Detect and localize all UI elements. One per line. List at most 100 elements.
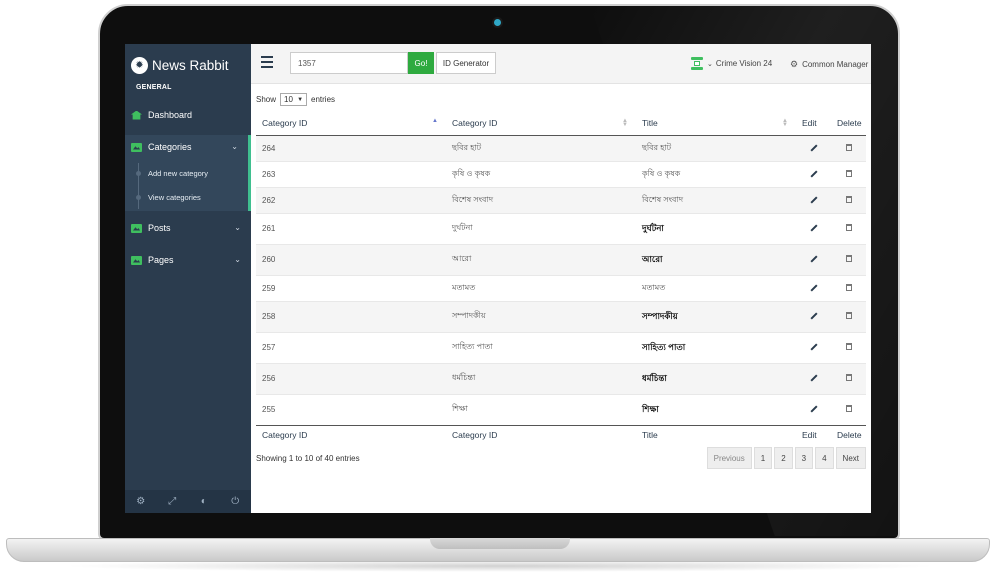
title-cell: সাহিত্য পাতা [636,331,796,363]
page-length-control: Show 10 ▼ entries [256,93,335,106]
sidebar-item-label: Categories [148,142,192,152]
pagination-next[interactable]: Next [835,447,866,469]
pencil-icon[interactable] [810,255,817,262]
pagination-page-3[interactable]: 3 [794,447,814,469]
table-row: 257 সাহিত্য পাতা সাহিত্য পাতা [256,331,866,363]
page-length-select[interactable]: 10 ▼ [280,93,308,106]
edit-cell [796,186,831,213]
trash-icon[interactable] [845,255,852,262]
sidebar-item-pages[interactable]: Pages ⌄ [125,248,251,272]
length-show-label: Show [256,95,277,104]
column-header[interactable]: Title ▲ ▼ [636,111,796,136]
trash-icon[interactable] [845,169,852,177]
sidebar-item-categories[interactable]: Categories ⌄ [125,135,251,159]
pencil-icon[interactable] [810,343,817,350]
trash-icon[interactable] [845,195,852,203]
user-menu[interactable]: ⚙ Common Manager [790,59,868,70]
title-cell: ছবির হাট [636,134,796,161]
image-icon [131,255,142,265]
paw-icon: ✹ [131,56,148,74]
pencil-icon[interactable] [810,312,817,319]
pagination-previous[interactable]: Previous [706,447,752,469]
table-row: 261 দুর্ঘটনা দুর্ঘটনা [256,212,866,244]
site-switcher[interactable]: ⌄ Crime Vision 24 [691,57,772,70]
pencil-icon[interactable] [810,284,817,291]
table-row: 258 সম্পাদকীয় সম্পাদকীয় [256,300,866,332]
delete-cell [831,300,866,332]
trash-icon[interactable] [845,224,852,231]
delete-cell [831,186,866,213]
pencil-icon[interactable] [810,224,817,231]
trash-icon[interactable] [845,405,852,412]
table-body: 264 ছবির হাট ছবির হাট 263 কৃষি ও কৃষক কৃষি ও … [256,134,866,425]
laptop-notch [430,538,570,549]
chevron-down-icon: ⌄ [231,142,238,151]
trash-icon[interactable] [845,143,852,151]
chevron-down-icon: ⌄ [707,60,713,68]
pagination-page-4[interactable]: 4 [815,447,834,469]
column-header[interactable]: Category ID ▲ ▼ [446,111,636,136]
image-icon [131,142,142,152]
delete-cell [831,160,866,187]
camera-icon [494,19,501,26]
table-row: 255 শিক্ষা শিক্ষা [256,393,866,425]
pagination-page-2[interactable]: 2 [774,447,793,469]
app-screen: ✹ News Rabbit GENERAL Dashboard Categori… [125,44,871,513]
category-id-cell: 258 [256,300,446,332]
chevron-down-icon: ⌄ [234,223,241,232]
category-name-cell: ধর্মচিন্তা [446,362,636,394]
pencil-icon[interactable] [810,405,817,412]
category-name-cell: আরো [446,243,636,275]
table-row: 260 আরো আরো [256,243,866,275]
submenu-add-category[interactable]: Add new category [148,169,208,178]
edit-cell [796,212,831,244]
gear-icon[interactable]: ⚙ [135,496,147,508]
go-button[interactable]: Go! [408,52,434,74]
search-input[interactable] [290,52,408,74]
trash-icon[interactable] [845,343,852,350]
column-header[interactable]: Category ID ▲ [256,111,446,136]
power-icon[interactable]: ⏻ [229,496,241,508]
edit-cell [796,362,831,394]
length-entries-label: entries [311,95,336,104]
category-id-cell: 259 [256,274,446,301]
title-cell: আরো [636,243,796,275]
sidebar-footer: ⚙ ⤢ ◐ ⏻ [125,490,251,513]
category-name-cell: সম্পাদকীয় [446,300,636,332]
table-row: 262 বিশেষ সংবাদ বিশেষ সংবাদ [256,186,866,213]
table-info: Showing 1 to 10 of 40 entries [256,454,360,463]
trash-icon[interactable] [845,312,852,319]
title-cell: ধর্মচিন্তা [636,362,796,394]
category-name-cell: বিশেষ সংবাদ [446,186,636,213]
pencil-icon[interactable] [810,170,817,177]
sort-icon: ▲ ▼ [782,118,788,128]
sidebar-item-label: Posts [148,223,171,233]
trash-icon[interactable] [845,374,852,381]
hamburger-menu-icon[interactable] [261,56,273,68]
gear-icon: ⚙ [790,59,799,69]
pencil-icon[interactable] [810,144,817,151]
brand[interactable]: ✹ News Rabbit [131,54,229,76]
sidebar-item-posts[interactable]: Posts ⌄ [125,216,251,240]
pencil-icon[interactable] [810,374,817,381]
submenu-view-categories[interactable]: View categories [148,193,201,202]
edit-cell [796,393,831,425]
table-row: 256 ধর্মচিন্তা ধর্মচিন্তা [256,362,866,394]
category-name-cell: মতামত [446,274,636,301]
pagination-page-1[interactable]: 1 [753,447,773,469]
id-generator-button[interactable]: ID Generator [436,52,496,74]
delete-cell [831,212,866,244]
sort-asc-icon: ▲ [432,118,438,124]
trash-icon[interactable] [845,283,852,291]
eye-slash-icon[interactable]: ◐ [198,496,210,508]
category-id-cell: 263 [256,160,446,187]
pencil-icon[interactable] [810,196,817,203]
fullscreen-icon[interactable]: ⤢ [166,496,178,508]
column-footer: Category ID [256,424,446,445]
table-row: 259 মতামত মতামত [256,274,866,301]
sidebar-item-dashboard[interactable]: Dashboard [125,103,251,127]
table-row: 264 ছবির হাট ছবির হাট [256,134,866,161]
category-id-cell: 256 [256,362,446,394]
category-name-cell: শিক্ষা [446,393,636,425]
app-name: News Rabbit [152,57,229,73]
